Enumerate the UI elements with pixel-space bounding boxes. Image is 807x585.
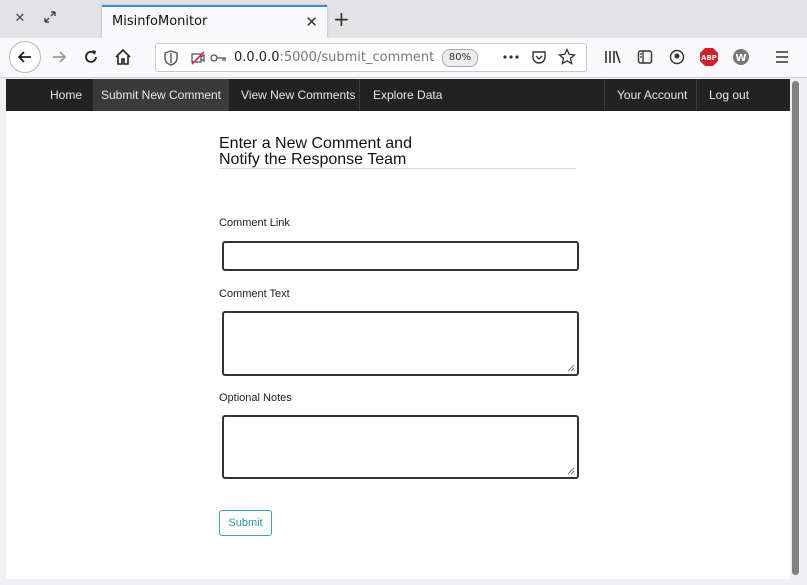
resize-grip-icon[interactable] [567, 364, 575, 372]
close-window-icon[interactable]: ✕ [11, 10, 29, 28]
tab-active[interactable]: MisinfoMonitor ✕ [102, 5, 327, 38]
new-tab-icon[interactable]: + [333, 9, 350, 29]
adblock-icon[interactable]: ABP [698, 46, 720, 68]
browser-window: ✕ MisinfoMonitor ✕ + 0.0.0.0:5000/submit… [0, 0, 807, 585]
scrollbar-thumb[interactable] [792, 81, 799, 575]
bookmark-star-icon[interactable] [556, 46, 578, 68]
page-scrollbar[interactable] [790, 79, 801, 579]
nav-divider [228, 79, 229, 111]
site-navbar: Home Submit New Comment View New Comment… [6, 79, 790, 111]
svg-text:W: W [735, 53, 746, 64]
nav-divider [604, 79, 605, 111]
submit-button[interactable]: Submit [219, 510, 272, 536]
tab-strip: ✕ MisinfoMonitor ✕ + [0, 0, 807, 38]
pocket-icon[interactable] [528, 46, 550, 68]
svg-text:ABP: ABP [701, 54, 717, 62]
comment-link-label: Comment Link [219, 217, 290, 229]
comment-text-label: Comment Text [219, 288, 290, 300]
page-title-line-1: Enter a New Comment and [219, 135, 412, 152]
more-icon[interactable] [500, 46, 522, 68]
optional-notes-textarea[interactable] [222, 415, 579, 479]
url-host: 0.0.0.0 [234, 50, 280, 65]
url-path: :5000/submit_comment [279, 50, 435, 65]
close-tab-icon[interactable]: ✕ [305, 13, 318, 31]
restore-icon[interactable] [41, 10, 59, 28]
url-text[interactable]: 0.0.0.0:5000/submit_comment [234, 50, 434, 65]
menu-icon[interactable] [771, 46, 793, 68]
tab-title: MisinfoMonitor [112, 14, 208, 29]
navigation-toolbar: 0.0.0.0:5000/submit_comment 80% ABP W [0, 38, 807, 78]
nav-view-link[interactable]: View New Comments [241, 79, 355, 111]
nav-divider [359, 79, 360, 111]
page-title: Enter a New Comment and Notify the Respo… [219, 136, 576, 169]
key-icon[interactable] [210, 50, 228, 69]
nav-home-link[interactable]: Home [50, 79, 82, 111]
page-title-line-2: Notify the Response Team [219, 151, 407, 168]
page-viewport: Home Submit New Comment View New Comment… [6, 79, 801, 579]
home-icon[interactable] [112, 46, 134, 68]
comment-text-textarea[interactable] [222, 311, 579, 376]
nav-account-link[interactable]: Your Account [617, 79, 687, 111]
camera-off-icon[interactable] [190, 50, 206, 70]
forward-icon[interactable] [48, 46, 70, 68]
back-icon[interactable] [9, 41, 41, 73]
nav-explore-link[interactable]: Explore Data [373, 79, 442, 111]
sidebar-icon[interactable] [634, 46, 656, 68]
nav-logout-link[interactable]: Log out [709, 79, 749, 111]
optional-notes-label: Optional Notes [219, 392, 292, 404]
library-icon[interactable] [602, 46, 624, 68]
resize-grip-icon[interactable] [567, 467, 575, 475]
account-icon[interactable] [666, 46, 688, 68]
nav-submit-link[interactable]: Submit New Comment [94, 79, 228, 111]
address-bar[interactable]: 0.0.0.0:5000/submit_comment 80% [155, 43, 587, 72]
nav-divider [696, 79, 697, 111]
zoom-indicator[interactable]: 80% [442, 49, 478, 67]
extension-w-icon[interactable]: W [730, 46, 752, 68]
comment-link-input[interactable] [222, 241, 579, 271]
shield-icon[interactable] [164, 50, 178, 70]
reload-icon[interactable] [80, 46, 102, 68]
